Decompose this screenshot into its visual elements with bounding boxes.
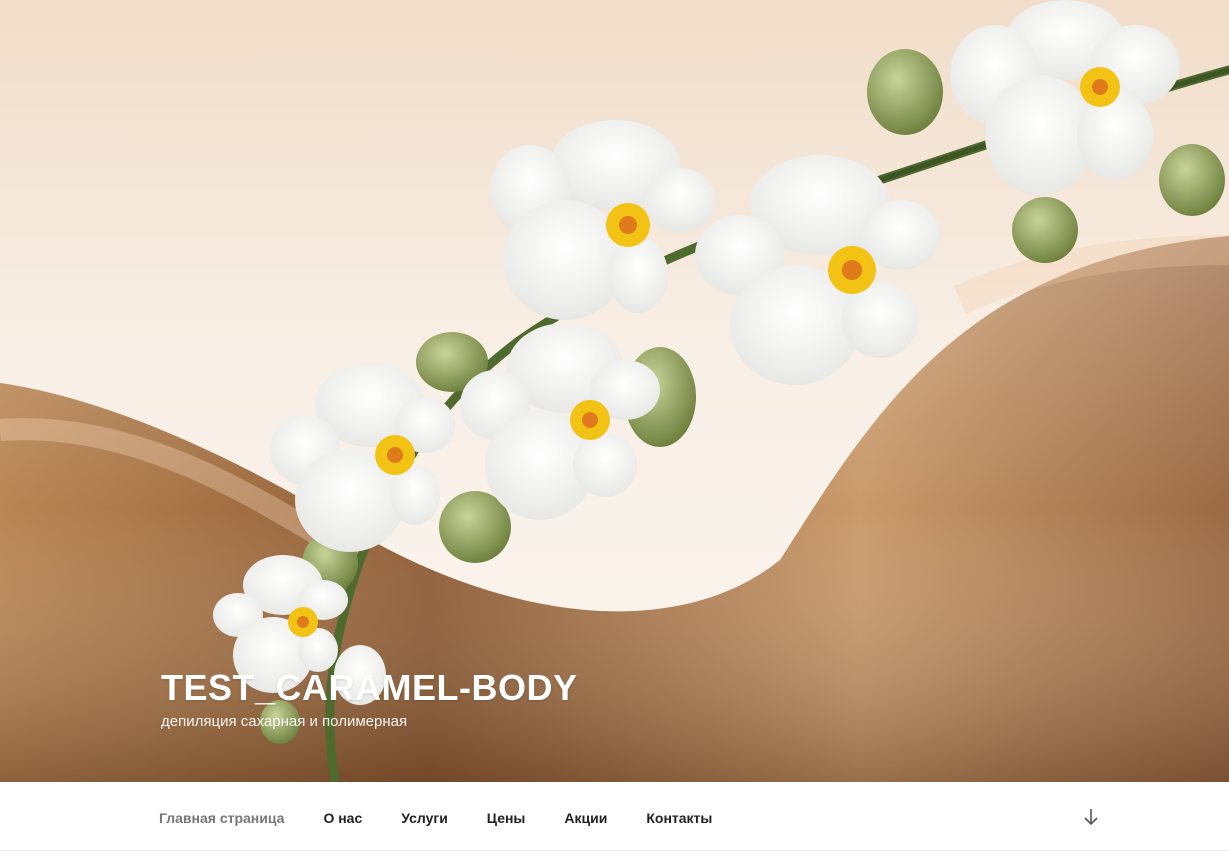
site-title[interactable]: TEST_CARAMEL-BODY [161, 667, 578, 709]
menu-item-prices[interactable]: Цены [487, 810, 526, 826]
header-media: TEST_CARAMEL-BODY депиляция сахарная и п… [0, 0, 1229, 782]
main-navigation: Главная страница О нас Услуги Цены Акции… [0, 782, 1229, 851]
hero-image [0, 0, 1229, 782]
menu-item-services[interactable]: Услуги [401, 810, 448, 826]
menu: Главная страница О нас Услуги Цены Акции… [159, 782, 751, 854]
menu-item-promotions[interactable]: Акции [564, 810, 607, 826]
site-branding: TEST_CARAMEL-BODY депиляция сахарная и п… [161, 667, 578, 733]
menu-item-home[interactable]: Главная страница [159, 810, 284, 826]
scroll-down-button[interactable] [1080, 806, 1102, 828]
site-description: депиляция сахарная и полимерная [161, 713, 408, 730]
arrow-down-icon [1084, 809, 1098, 826]
menu-item-contacts[interactable]: Контакты [646, 810, 712, 826]
menu-item-about[interactable]: О нас [323, 810, 362, 826]
